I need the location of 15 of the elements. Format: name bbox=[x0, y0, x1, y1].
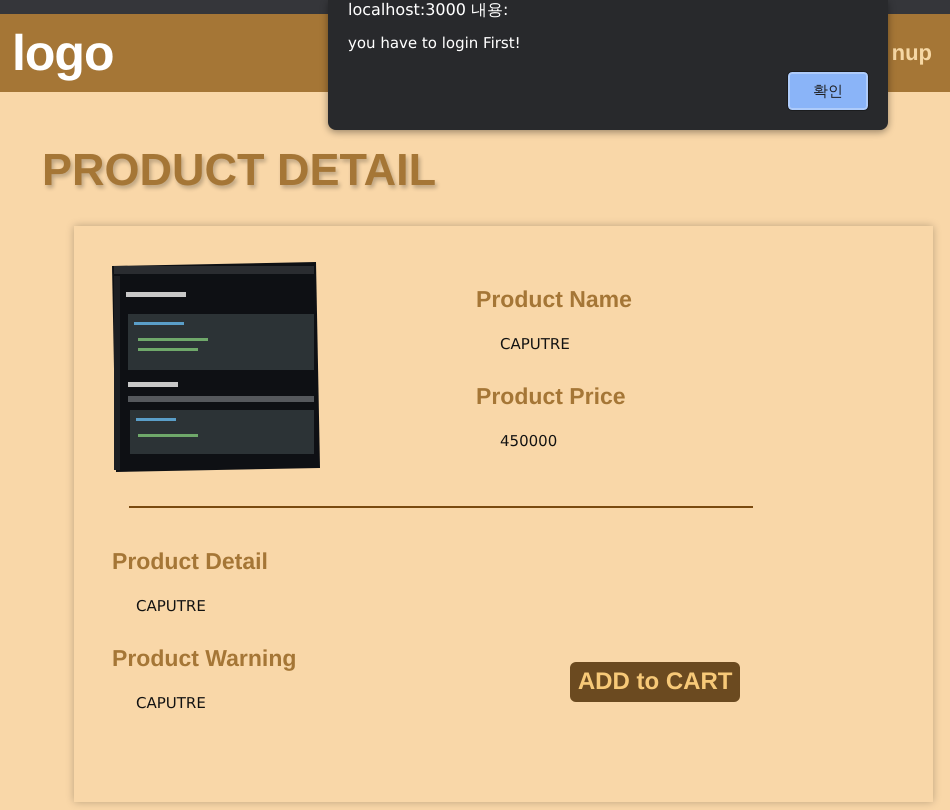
add-to-cart-button[interactable]: ADD to CART bbox=[570, 662, 740, 702]
logo[interactable]: logo bbox=[12, 24, 114, 82]
nav-link[interactable]: nup bbox=[892, 40, 932, 66]
dialog-title: localhost:3000 내용: bbox=[348, 0, 508, 20]
section-value: CAPUTRE bbox=[136, 694, 206, 712]
field-label: Product Price bbox=[476, 383, 626, 410]
field-label: Product Name bbox=[476, 286, 632, 313]
field-value: CAPUTRE bbox=[500, 335, 570, 353]
dialog-message: you have to login First! bbox=[348, 34, 521, 52]
section-value: CAPUTRE bbox=[136, 597, 206, 615]
field-value: 450000 bbox=[500, 432, 558, 450]
section-label: Product Warning bbox=[112, 645, 296, 672]
section-label: Product Detail bbox=[112, 548, 268, 575]
ok-button[interactable]: 확인 bbox=[788, 72, 868, 110]
page-title: PRODUCT DETAIL bbox=[42, 144, 436, 196]
